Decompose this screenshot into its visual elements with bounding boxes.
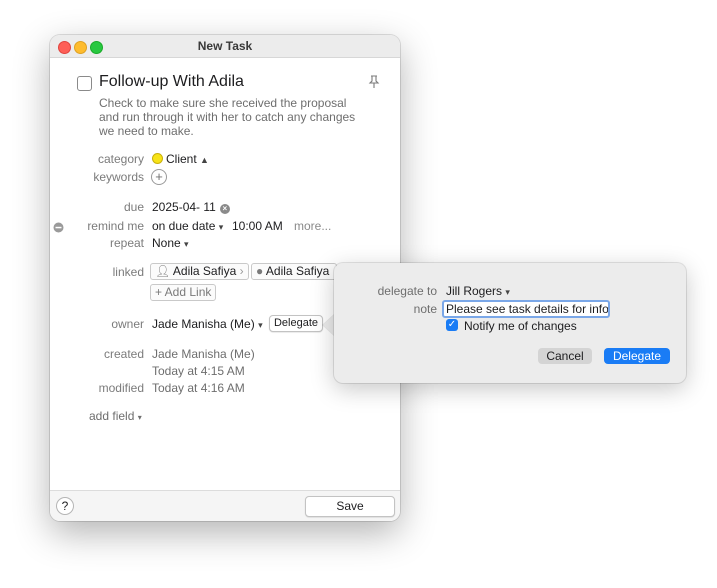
delegate-popover: delegate to Jill Rogers ▾ note Please se… <box>334 263 686 383</box>
note-input[interactable]: Please see task details for info. <box>442 300 610 318</box>
category-color-dot <box>152 153 163 164</box>
notify-label[interactable]: Notify me of changes <box>464 319 577 333</box>
chevron-updown-icon: ▾ <box>184 239 189 249</box>
category-popup[interactable]: Client ▲︎ <box>152 152 209 166</box>
created-time: Today at 4:15 AM <box>152 364 245 378</box>
due-date-field[interactable]: 2025-04- 11 × <box>152 200 230 214</box>
remind-value: on due date <box>152 219 216 233</box>
remind-label: remind me <box>87 219 144 233</box>
chevron-updown-icon: ▲︎ <box>200 155 209 165</box>
save-button[interactable]: Save <box>305 496 395 517</box>
remind-popup[interactable]: on due date ▾ <box>152 219 223 233</box>
linked-item-pill[interactable]: ● Adila Safiya <box>251 263 337 280</box>
repeat-popup[interactable]: None ▾ <box>152 236 189 250</box>
category-label: category <box>97 152 144 166</box>
clear-date-icon[interactable]: × <box>219 204 230 214</box>
owner-label: owner <box>111 317 144 331</box>
window-title: New Task <box>197 39 253 53</box>
repeat-label: repeat <box>109 236 144 250</box>
person-icon: 👤︎ <box>155 264 171 278</box>
help-button[interactable]: ? <box>56 497 74 515</box>
modified-label: modified <box>98 381 144 395</box>
add-field-menu[interactable]: add field ▾ <box>89 409 142 423</box>
remind-more-link[interactable]: more... <box>294 219 331 233</box>
chevron-right-icon: › <box>239 264 244 278</box>
task-complete-checkbox[interactable] <box>77 76 92 91</box>
remind-time[interactable]: 10:00 AM <box>232 219 283 233</box>
modified-time: Today at 4:16 AM <box>152 381 245 395</box>
delegate-to-value: Jill Rogers <box>446 284 503 298</box>
add-link-button[interactable]: + Add Link <box>150 284 217 301</box>
owner-popup[interactable]: Jade Manisha (Me) ▾ <box>152 317 263 331</box>
dropdown-arrow-icon: ▾ <box>137 413 142 422</box>
category-value: Client <box>166 152 197 166</box>
pin-icon[interactable] <box>368 75 380 94</box>
task-description[interactable]: Check to make sure she received the prop… <box>99 96 369 138</box>
due-label: due <box>123 200 144 214</box>
add-keyword-button[interactable]: + <box>151 168 167 186</box>
add-field-label: add field <box>89 409 135 423</box>
due-date-value: 2025-04- 11 <box>152 200 216 214</box>
linked-item-name: Adila Safiya <box>265 264 330 278</box>
note-label: note <box>413 302 437 316</box>
keywords-label: keywords <box>93 170 144 184</box>
chevron-updown-icon: ▾ <box>218 222 224 232</box>
linked-contact-name: Adila Safiya <box>172 264 237 278</box>
plus-icon: + <box>151 169 167 185</box>
linked-label: linked <box>112 265 144 279</box>
delegate-to-label: delegate to <box>377 284 437 298</box>
delegate-button[interactable]: Delegate <box>269 315 323 332</box>
created-by: Jade Manisha (Me) <box>152 347 255 361</box>
confirm-delegate-button[interactable]: Delegate <box>604 348 670 364</box>
link-item-icon: ● <box>256 264 264 278</box>
chevron-updown-icon: ▾ <box>505 287 510 297</box>
notify-checkbox[interactable]: ✓ <box>446 319 458 331</box>
created-label: created <box>103 347 144 361</box>
title-bar: New Task <box>50 35 400 58</box>
delegate-to-popup[interactable]: Jill Rogers ▾ <box>446 284 510 298</box>
linked-contact-pill[interactable]: 👤︎ Adila Safiya › <box>150 263 249 280</box>
owner-value: Jade Manisha (Me) <box>152 317 255 331</box>
bottom-bar: ? Save <box>50 490 400 521</box>
cancel-button[interactable]: Cancel <box>538 348 592 364</box>
repeat-value: None <box>152 236 181 250</box>
task-title[interactable]: Follow-up With Adila <box>99 73 244 91</box>
chevron-updown-icon: ▾ <box>258 320 263 330</box>
